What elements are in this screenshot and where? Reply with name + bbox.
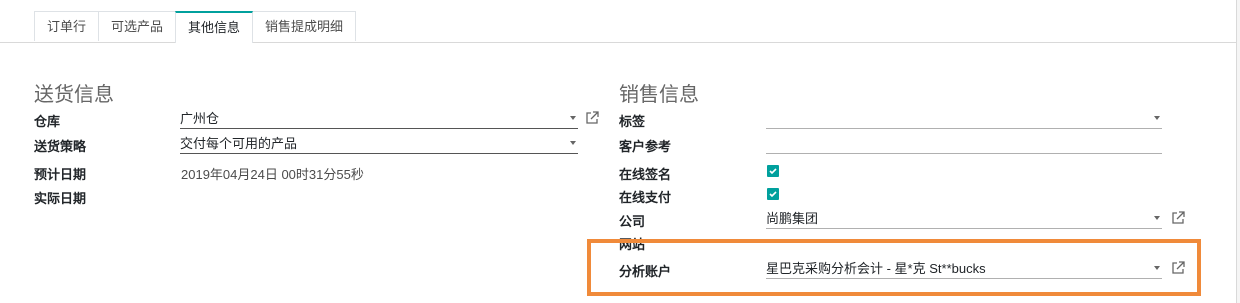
online-signature-label: 在线签名 <box>619 167 672 182</box>
warehouse-label: 仓库 <box>34 114 61 129</box>
tab-order-lines[interactable]: 订单行 <box>34 11 100 41</box>
online-payment-checkbox[interactable] <box>767 188 779 200</box>
highlight-box <box>587 239 1201 296</box>
chevron-down-icon[interactable] <box>570 116 576 120</box>
expected-date-value: 2019年04月24日 00时31分55秒 <box>181 167 364 182</box>
delivery-policy-value: 交付每个可用的产品 <box>180 136 298 151</box>
delivery-policy-label: 送货策略 <box>34 139 87 154</box>
online-signature-checkbox[interactable] <box>767 165 779 177</box>
tags-label: 标签 <box>619 114 646 129</box>
check-icon <box>769 191 777 198</box>
tags-select[interactable] <box>766 110 1162 129</box>
delivery-policy-select[interactable]: 交付每个可用的产品 <box>180 135 578 154</box>
effective-date-label: 实际日期 <box>34 191 87 206</box>
online-payment-label: 在线支付 <box>619 190 672 205</box>
notebook-tabs: 订单行 可选产品 其他信息 销售提成明细 <box>34 11 357 43</box>
delivery-section-title: 送货信息 <box>34 84 114 106</box>
sales-section-title: 销售信息 <box>619 84 699 106</box>
external-link-icon[interactable] <box>1171 211 1185 225</box>
warehouse-select[interactable]: 广州仓 <box>180 110 578 129</box>
customer-reference-input[interactable] <box>766 135 1162 154</box>
customer-reference-label: 客户参考 <box>619 139 672 154</box>
warehouse-value: 广州仓 <box>180 111 220 126</box>
tab-sales-commission[interactable]: 销售提成明细 <box>252 11 357 41</box>
check-icon <box>769 168 777 175</box>
form-sheet: 订单行 可选产品 其他信息 销售提成明细 送货信息 仓库 广州仓 送货策略 交付… <box>0 0 1237 303</box>
chevron-down-icon[interactable] <box>570 141 576 145</box>
chevron-down-icon[interactable] <box>1154 216 1160 220</box>
expected-date-label: 预计日期 <box>34 167 87 182</box>
tab-other-info[interactable]: 其他信息 <box>175 11 254 43</box>
company-select[interactable]: 尚鹏集团 <box>766 210 1162 229</box>
company-value: 尚鹏集团 <box>766 211 819 226</box>
company-label: 公司 <box>619 214 646 229</box>
chevron-down-icon[interactable] <box>1154 116 1160 120</box>
external-link-icon[interactable] <box>585 111 599 125</box>
tab-optional-products[interactable]: 可选产品 <box>98 11 177 41</box>
